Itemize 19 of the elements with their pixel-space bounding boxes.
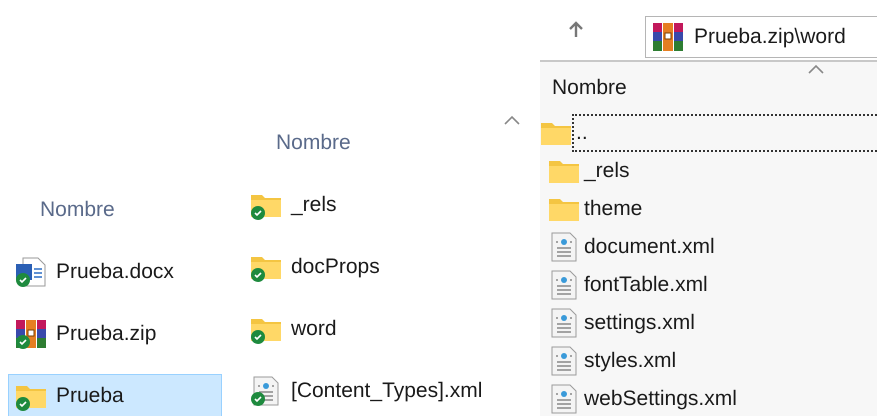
file-item[interactable]: word <box>240 307 540 351</box>
file-item[interactable]: _rels <box>240 183 540 227</box>
file-item[interactable]: styles.xml <box>540 342 877 380</box>
address-field[interactable]: Prueba.zip\word <box>645 16 877 58</box>
file-item[interactable]: Prueba <box>8 374 222 416</box>
column-header[interactable]: Nombre <box>552 76 627 100</box>
file-item[interactable]: docProps <box>240 245 540 289</box>
column-header[interactable]: Nombre <box>40 198 115 222</box>
file-item[interactable]: Prueba.zip <box>8 312 222 356</box>
file-item[interactable]: Prueba.docx <box>8 250 222 294</box>
file-item[interactable]: _rels <box>540 152 877 190</box>
file-item[interactable]: theme <box>540 190 877 228</box>
file-item[interactable]: webSettings.xml <box>540 380 877 416</box>
file-item[interactable]: [Content_Types].xml <box>240 369 540 413</box>
archive-icon <box>652 21 684 53</box>
file-item[interactable]: fontTable.xml <box>540 266 877 304</box>
file-item[interactable]: settings.xml <box>540 304 877 342</box>
column-header[interactable]: Nombre <box>276 131 351 155</box>
file-item[interactable]: document.xml <box>540 228 877 266</box>
